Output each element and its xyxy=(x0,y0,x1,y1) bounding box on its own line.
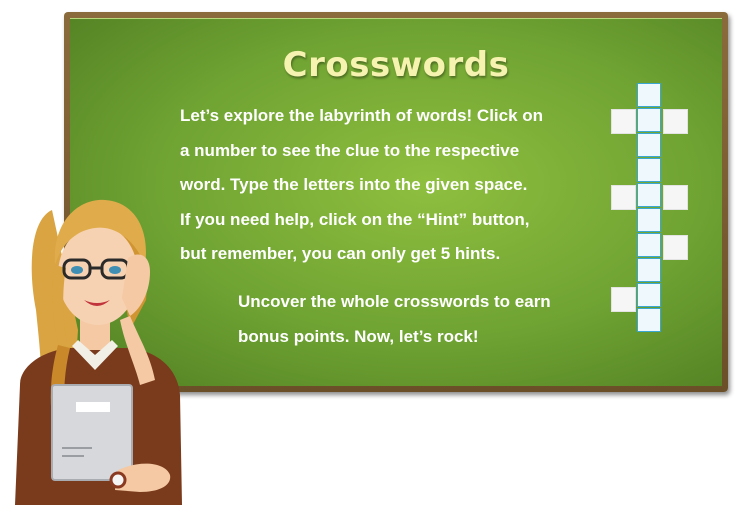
grid-cell xyxy=(637,158,661,182)
grid-cell xyxy=(637,183,661,207)
grid-cell xyxy=(637,283,661,307)
page-title: Crosswords xyxy=(282,45,510,85)
grid-cell xyxy=(637,133,661,157)
grid-cell xyxy=(637,83,661,107)
instruction-line: a number to see the clue to the respecti… xyxy=(180,140,520,160)
grid-side-cell xyxy=(663,109,688,134)
grid-side-cell xyxy=(663,185,688,210)
grid-side-cell xyxy=(611,109,636,134)
grid-cell xyxy=(637,258,661,282)
instruction-line: If you need help, click on the “Hint” bu… xyxy=(180,209,530,229)
grid-side-cell xyxy=(611,185,636,210)
instruction-line: Let’s explore the labyrinth of words! Cl… xyxy=(180,106,544,125)
grid-side-cell xyxy=(663,235,688,260)
closing-line: bonus points. Now, let’s rock! xyxy=(238,326,479,346)
closing-line: Uncover the whole crosswords to earn xyxy=(238,292,551,311)
closing-text: Uncover the whole crosswords to earn bon… xyxy=(238,285,580,354)
instruction-line: but remember, you can only get 5 hints. xyxy=(180,244,501,263)
grid-cell xyxy=(637,233,661,257)
teacher-illustration xyxy=(15,199,182,505)
instruction-line: word. Type the letters into the given sp… xyxy=(180,175,528,194)
grid-side-cell xyxy=(611,287,636,312)
grid-cell xyxy=(637,108,661,132)
instructions: Let’s explore the labyrinth of words! Cl… xyxy=(180,99,580,272)
grid-cell xyxy=(637,308,661,332)
grid-cell xyxy=(637,208,661,232)
